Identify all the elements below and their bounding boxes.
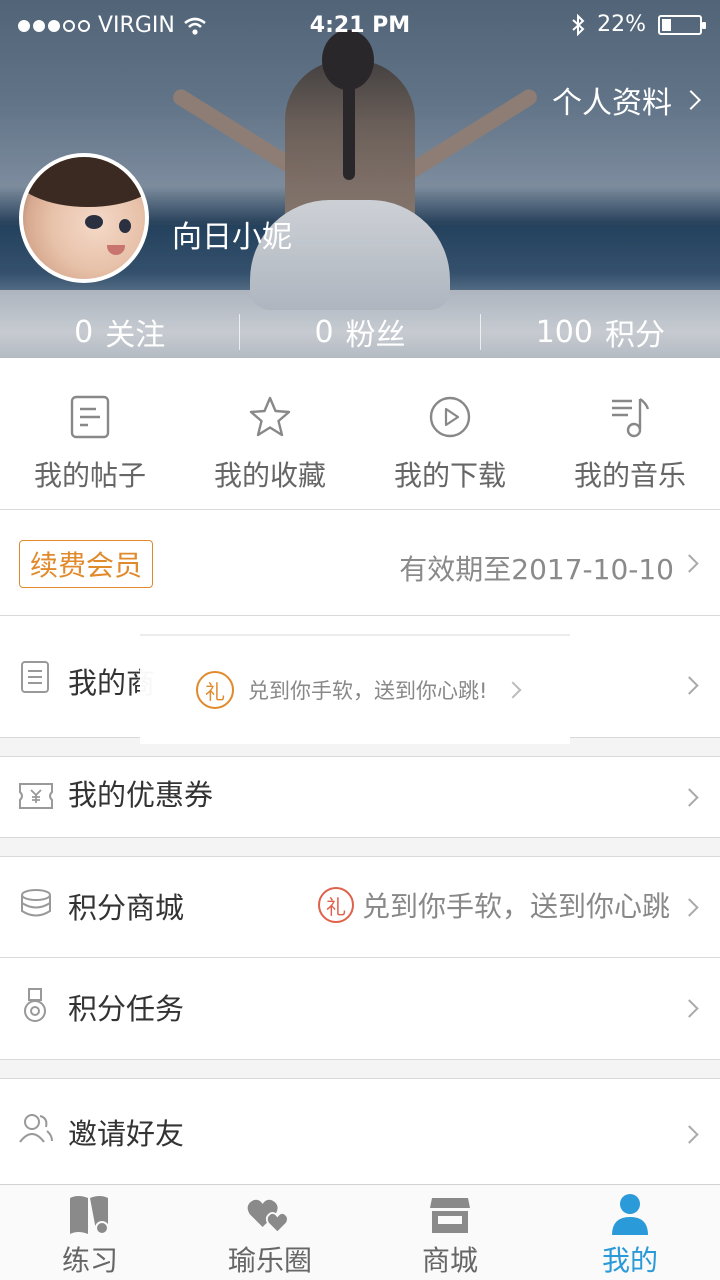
users-icon: [18, 1111, 54, 1145]
username: 向日小妮: [172, 220, 292, 255]
gift-icon: 礼: [196, 671, 234, 709]
store-icon: [426, 1193, 474, 1237]
music-icon: [607, 394, 653, 440]
promo-toast[interactable]: 礼 兑到你手软，送到你心跳!: [140, 634, 570, 744]
renew-member-tag[interactable]: 续费会员: [19, 540, 153, 588]
chevron-right-icon: [680, 676, 699, 695]
book-icon: [66, 1193, 114, 1237]
list-item-label: 积分任务: [68, 992, 185, 1026]
quick-link-downloads[interactable]: 我的下载: [360, 358, 540, 509]
stat-value: 0: [74, 314, 94, 350]
stat-label: 积分: [604, 318, 665, 353]
quick-link-label: 我的帖子: [33, 459, 146, 492]
user-icon: [606, 1193, 654, 1237]
battery-percent: 22%: [597, 12, 646, 37]
coupon-icon: [18, 779, 54, 813]
chevron-right-icon: [680, 554, 699, 573]
profile-link-label: 个人资料: [552, 86, 672, 121]
gift-icon: 礼: [317, 887, 354, 923]
chevron-right-icon: [680, 788, 699, 807]
status-bar: VIRGIN 4:21 PM 22%: [0, 0, 720, 52]
membership-row[interactable]: 续费会员 有效期至2017-10-10: [0, 510, 720, 616]
chevron-right-icon: [504, 681, 522, 699]
list-item-label: 积分商城: [68, 891, 185, 925]
quick-link-label: 我的下载: [393, 459, 506, 492]
battery-fill: [662, 18, 671, 31]
medal-icon: [18, 988, 52, 1022]
tab-label: 我的: [601, 1244, 658, 1277]
chevron-right-icon: [680, 898, 699, 917]
avatar[interactable]: [19, 153, 149, 283]
tab-label: 练习: [61, 1244, 118, 1277]
tab-community[interactable]: 瑜乐圈: [180, 1185, 360, 1280]
list-item-points-tasks[interactable]: 积分任务: [0, 958, 720, 1060]
quick-link-favorites[interactable]: 我的收藏: [180, 358, 360, 509]
list-item-points-mall[interactable]: 积分商城 礼 兑到你手软，送到你心跳: [0, 856, 720, 958]
list-item-label: 我的优惠券: [68, 778, 214, 812]
quick-links: 我的帖子 我的收藏 我的下载 我的音乐: [0, 358, 720, 510]
member-expiry: 有效期至2017-10-10: [399, 553, 674, 586]
star-icon: [247, 394, 293, 440]
tab-label: 商城: [421, 1244, 478, 1277]
quick-link-label: 我的音乐: [573, 459, 686, 492]
profile-link[interactable]: 个人资料: [552, 78, 701, 122]
bluetooth-icon: [572, 13, 585, 36]
stat-fans[interactable]: 0 粉丝: [240, 306, 479, 358]
chevron-right-icon: [680, 999, 699, 1018]
toast-text: 兑到你手软，送到你心跳!: [248, 679, 488, 703]
stat-points[interactable]: 100 积分: [481, 306, 720, 358]
stat-value: 0: [314, 314, 334, 350]
tab-label: 瑜乐圈: [227, 1244, 312, 1277]
quick-link-label: 我的收藏: [213, 459, 326, 492]
chevron-right-icon: [680, 1125, 699, 1144]
list-item-label: 邀请好友: [68, 1117, 185, 1151]
stat-label: 粉丝: [345, 318, 406, 353]
promo-text: 兑到你手软，送到你心跳: [361, 890, 670, 923]
coins-icon: [18, 887, 54, 921]
stat-following[interactable]: 0 关注: [0, 306, 239, 358]
list-item-invite[interactable]: 邀请好友: [0, 1078, 720, 1184]
order-list-icon: [18, 660, 52, 694]
tab-mall[interactable]: 商城: [360, 1185, 540, 1280]
stat-label: 关注: [105, 318, 166, 353]
stats-bar: 0 关注 0 粉丝 100 积分: [0, 306, 720, 358]
list-item-coupons[interactable]: 我的优惠券: [0, 756, 720, 838]
play-icon: [427, 394, 473, 440]
tab-practice[interactable]: 练习: [0, 1185, 180, 1280]
quick-link-music[interactable]: 我的音乐: [540, 358, 720, 509]
stat-value: 100: [535, 314, 593, 350]
hearts-icon: [246, 1193, 294, 1237]
battery-icon: [658, 14, 706, 35]
tab-mine[interactable]: 我的: [540, 1185, 720, 1280]
status-right: 22%: [571, 12, 706, 37]
chevron-right-icon: [681, 90, 701, 110]
post-icon: [67, 394, 113, 440]
tab-bar: 练习 瑜乐圈 商城 我的: [0, 1184, 720, 1280]
points-mall-promo: 礼 兑到你手软，送到你心跳: [317, 885, 670, 925]
profile-header: VIRGIN 4:21 PM 22% 个人资料 向日小妮 0 关注 0 粉丝 1…: [0, 0, 720, 358]
quick-link-posts[interactable]: 我的帖子: [0, 358, 180, 509]
